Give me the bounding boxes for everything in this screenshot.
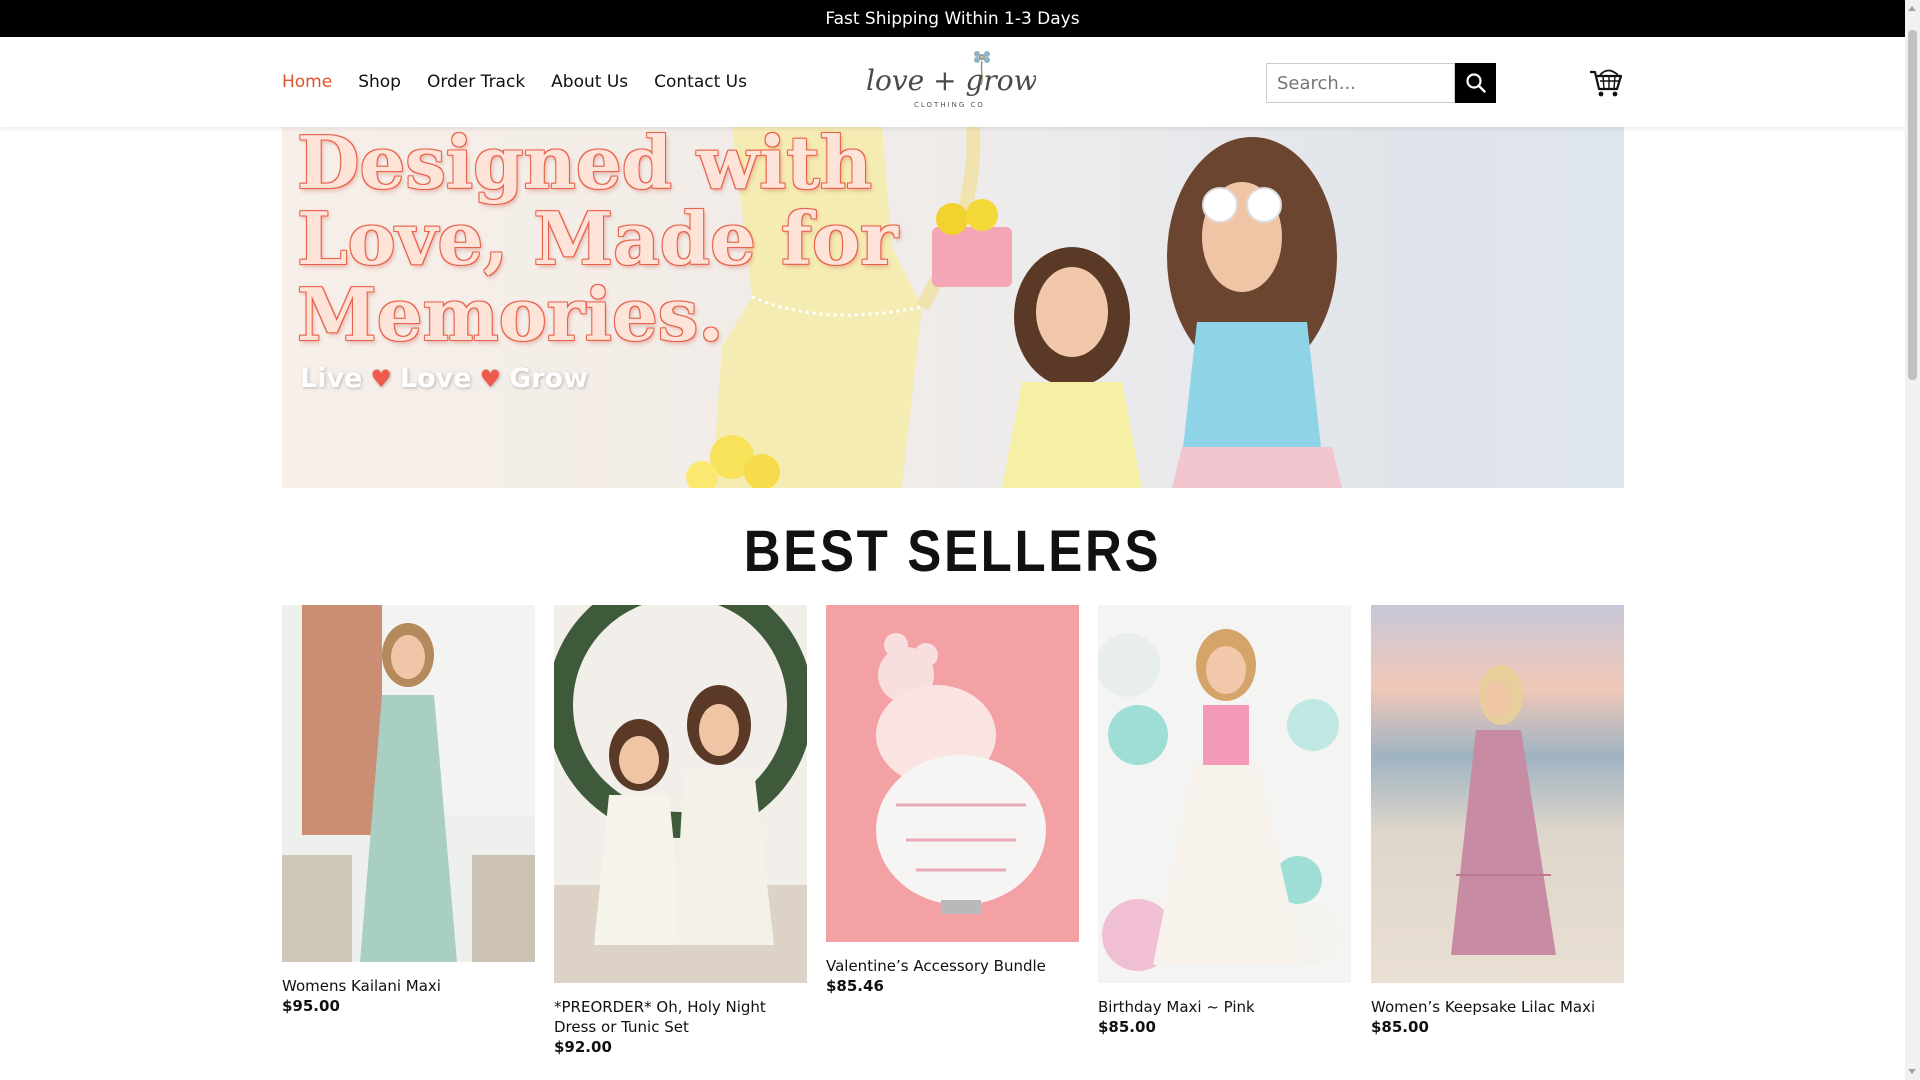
heart-icon: ♥ [479, 364, 502, 393]
search-input[interactable] [1266, 63, 1455, 103]
nav-home[interactable]: Home [282, 72, 332, 92]
nav-shop[interactable]: Shop [358, 72, 401, 92]
main-nav: Home Shop Order Track About Us Contact U… [282, 37, 747, 127]
tagline-grow: Grow [509, 363, 589, 394]
product-card[interactable]: Valentine’s Accessory Bundle $85.46 [826, 605, 1079, 996]
logo-graphic: love + grow CLOTHING CO [866, 51, 1038, 109]
best-sellers-title: BEST SELLERS [743, 519, 1162, 584]
page: Fast Shipping Within 1-3 Days Home Shop … [0, 0, 1905, 1080]
hero-headline: Designed with Love, Made for Memories. [297, 127, 898, 353]
hero-banner[interactable]: Designed with Love, Made for Memories. L… [282, 127, 1624, 488]
product-price: $95.00 [282, 997, 340, 1015]
cart-icon [1590, 69, 1623, 97]
announcement-text: Fast Shipping Within 1-3 Days [825, 8, 1080, 29]
product-image[interactable] [282, 605, 535, 962]
hero-line-3: Memories. [297, 272, 724, 357]
tagline-live: Live [300, 363, 363, 394]
product-price: $85.00 [1371, 1018, 1429, 1036]
nav-about-us[interactable]: About Us [551, 72, 628, 92]
page-scrollbar[interactable] [1905, 0, 1920, 1080]
product-card[interactable]: Womens Kailani Maxi $95.00 [282, 605, 535, 1016]
product-name[interactable]: *PREORDER* Oh, Holy Night Dress or Tunic… [554, 997, 807, 1037]
search-form [1266, 63, 1496, 103]
product-image[interactable] [826, 605, 1079, 942]
cart-button[interactable] [1588, 64, 1624, 100]
nav-order-track[interactable]: Order Track [427, 72, 525, 92]
product-card[interactable]: Women’s Keepsake Lilac Maxi $85.00 [1371, 605, 1624, 1037]
product-price: $92.00 [554, 1038, 612, 1056]
hero-tagline: Live ♥ Love ♥ Grow [300, 363, 588, 394]
search-icon [1465, 73, 1486, 93]
product-image[interactable] [1098, 605, 1351, 983]
search-button[interactable] [1455, 63, 1496, 103]
product-name[interactable]: Valentine’s Accessory Bundle [826, 956, 1079, 976]
product-name[interactable]: Birthday Maxi ~ Pink [1098, 997, 1351, 1017]
hero-line-1: Designed with [297, 127, 872, 205]
logo-script: love + grow [866, 64, 1036, 97]
product-image[interactable] [1371, 605, 1624, 983]
logo-subtext: CLOTHING CO [914, 101, 985, 109]
site-logo[interactable]: love + grow CLOTHING CO [860, 45, 1038, 117]
product-price: $85.00 [1098, 1018, 1156, 1036]
product-name[interactable]: Women’s Keepsake Lilac Maxi [1371, 997, 1624, 1017]
product-grid: Womens Kailani Maxi $95.00 *PREORDER* Oh… [282, 605, 1624, 1080]
announcement-bar: Fast Shipping Within 1-3 Days [0, 0, 1905, 37]
product-card[interactable]: Birthday Maxi ~ Pink $85.00 [1098, 605, 1351, 1037]
heart-icon: ♥ [370, 364, 392, 393]
site-header: Home Shop Order Track About Us Contact U… [0, 37, 1905, 127]
hero-line-2: Love, Made for [297, 196, 898, 281]
product-image[interactable] [554, 605, 807, 983]
product-price: $85.46 [826, 977, 884, 995]
tagline-love: Love [399, 363, 472, 394]
scroll-down-icon[interactable] [1908, 1069, 1916, 1074]
product-card[interactable]: *PREORDER* Oh, Holy Night Dress or Tunic… [554, 605, 807, 1057]
scrollbar-thumb[interactable] [1908, 30, 1917, 380]
scroll-up-icon[interactable] [1908, 6, 1916, 11]
nav-contact-us[interactable]: Contact Us [654, 72, 747, 92]
product-name[interactable]: Womens Kailani Maxi [282, 976, 535, 996]
